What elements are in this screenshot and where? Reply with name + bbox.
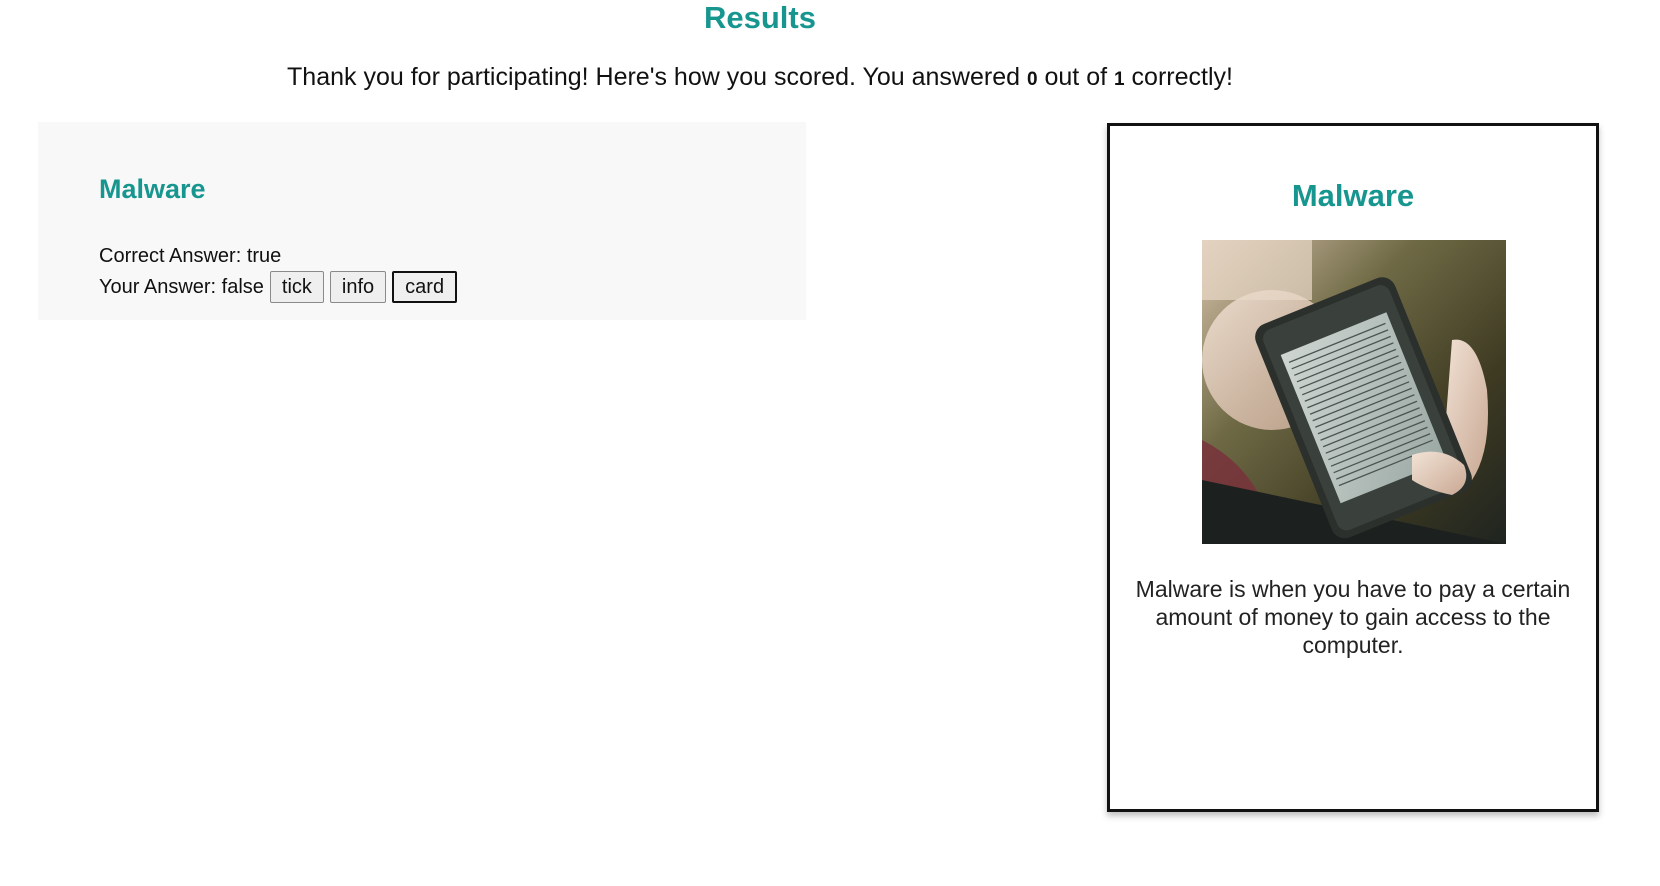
result-panel: Malware Correct Answer: true Your Answer… <box>38 122 806 320</box>
card-image <box>1202 240 1506 544</box>
info-card: Malware Malware is when you have to pay … <box>1107 123 1599 812</box>
summary-middle: out of <box>1044 63 1108 91</box>
your-answer-label: Your Answer: <box>99 276 217 298</box>
info-button[interactable]: info <box>329 271 387 303</box>
total-count: 1 <box>1114 69 1125 90</box>
correct-count: 0 <box>1026 69 1038 90</box>
page-title: Results <box>704 0 816 35</box>
correct-answer-label: Correct Answer: <box>99 245 242 267</box>
result-question-title: Malware <box>99 174 206 204</box>
your-answer-line: Your Answer: false tick info card <box>99 271 458 303</box>
your-answer-value: false <box>221 276 264 298</box>
summary-prefix: Thank you for participating! Here's how … <box>287 63 1021 91</box>
tick-button[interactable]: tick <box>269 271 324 303</box>
score-summary: Thank you for participating! Here's how … <box>0 60 1520 97</box>
correct-answer-value: true <box>246 245 282 267</box>
card-description: Malware is when you have to pay a certai… <box>1135 576 1571 658</box>
correct-answer-line: Correct Answer: true <box>99 243 281 269</box>
card-button[interactable]: card <box>392 271 458 303</box>
card-title: Malware <box>1291 178 1415 213</box>
summary-suffix: correctly! <box>1131 63 1233 91</box>
kindle-photo-illustration <box>1202 240 1506 544</box>
